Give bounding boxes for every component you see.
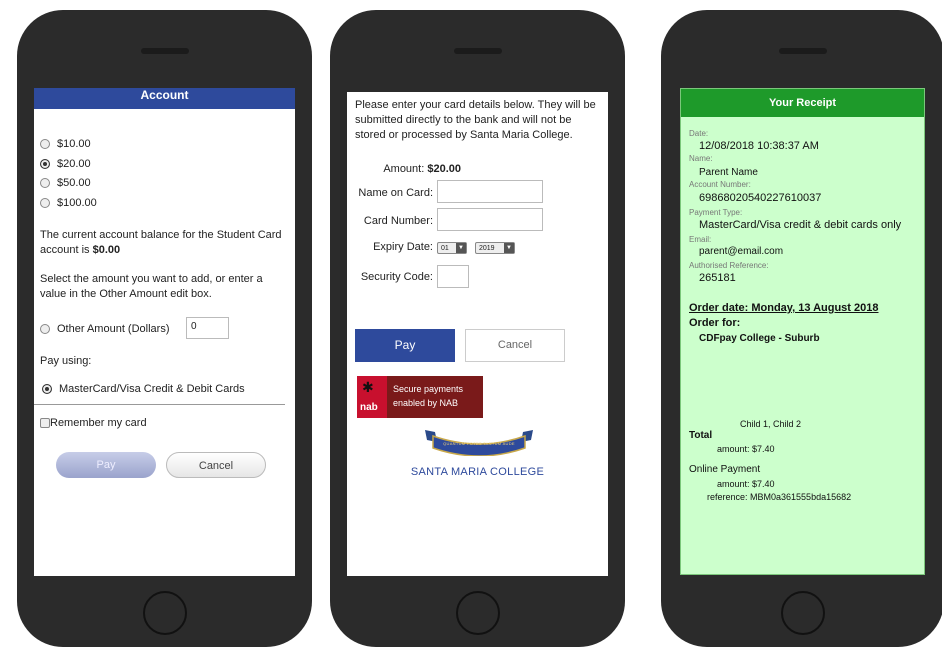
other-amount-label: Other Amount (Dollars): [57, 323, 170, 335]
payment-type-label: Payment Type:: [689, 208, 743, 217]
payment-type-value: MasterCard/Visa credit & debit cards onl…: [699, 219, 902, 231]
radio-icon[interactable]: [40, 178, 50, 189]
radio-selected-icon[interactable]: [42, 384, 52, 395]
card-number-input[interactable]: [437, 208, 543, 231]
email-label: Email:: [689, 235, 712, 244]
nab-line1: Secure payments: [393, 384, 464, 394]
amount-option-10[interactable]: $10.00: [40, 138, 91, 150]
payment-method-option[interactable]: MasterCard/Visa Credit & Debit Cards: [42, 383, 245, 395]
nab-star-icon: ✱: [362, 379, 374, 395]
name-on-card-input[interactable]: [437, 180, 543, 203]
remember-card-checkbox[interactable]: Remember my card: [40, 417, 147, 429]
authorised-reference-label: Authorised Reference:: [689, 261, 769, 270]
balance-label: The current account balance for the Stud…: [40, 229, 282, 256]
amount-option-100[interactable]: $100.00: [40, 197, 97, 209]
name-label: Name:: [689, 154, 713, 163]
other-amount-option[interactable]: Other Amount (Dollars): [40, 323, 169, 335]
children-names: Child 1, Child 2: [740, 419, 802, 429]
other-amount-input[interactable]: 0: [186, 317, 229, 339]
expiry-month-select[interactable]: 01 ▼: [437, 242, 467, 254]
pay-button[interactable]: Pay: [355, 329, 455, 362]
nab-secure-payments-badge: ✱ nab Secure payments enabled by NAB: [357, 376, 483, 418]
authorised-reference-value: 265181: [699, 272, 736, 284]
checkbox-icon[interactable]: [40, 418, 50, 429]
date-label: Date:: [689, 129, 709, 138]
phone-frame-receipt: Your Receipt Date: 12/08/2018 10:38:37 A…: [661, 10, 942, 647]
divider: [34, 404, 285, 405]
payment-method-label: MasterCard/Visa Credit & Debit Cards: [59, 383, 245, 395]
card-intro-text: Please enter your card details below. Th…: [355, 99, 596, 141]
pay-button[interactable]: Pay: [56, 452, 156, 478]
balance-text: The current account balance for the Stud…: [40, 228, 285, 258]
order-for-value: CDFpay College - Suburb: [699, 333, 820, 344]
name-on-card-label: Name on Card:: [358, 187, 433, 199]
email-value: parent@email.com: [699, 246, 784, 257]
cancel-button[interactable]: Cancel: [465, 329, 565, 362]
account-header: Account: [34, 88, 295, 109]
chevron-down-icon: ▼: [456, 243, 466, 253]
speaker-grille: [140, 48, 189, 54]
expiry-year-select[interactable]: 2019 ▼: [475, 242, 515, 254]
instructions-text: Select the amount you want to add, or en…: [40, 273, 263, 300]
total-amount: amount: $7.40: [717, 444, 775, 454]
remember-label: Remember my card: [50, 417, 147, 429]
account-screen: Account $10.00 $20.00 $50.00 $100.00 The…: [34, 88, 295, 576]
chevron-down-icon: ▼: [504, 243, 514, 253]
radio-icon[interactable]: [40, 198, 50, 209]
nab-line2: enabled by NAB: [393, 398, 459, 408]
account-number-label: Account Number:: [689, 180, 751, 189]
amount-label: $20.00: [57, 158, 91, 170]
date-value: 12/08/2018 10:38:37 AM: [699, 140, 819, 152]
expiry-year-value: 2019: [479, 245, 495, 252]
college-motto: QUANTUM POTES TANTUM AUDE: [443, 441, 515, 446]
total-label: Total: [689, 430, 713, 441]
security-code-input[interactable]: [437, 265, 469, 288]
pay-using-label: Pay using:: [40, 355, 92, 367]
order-for-label: Order for:: [689, 317, 741, 329]
cancel-button[interactable]: Cancel: [166, 452, 266, 478]
amount-value: $20.00: [427, 163, 461, 175]
amount-label: $50.00: [57, 177, 91, 189]
receipt-screen: Your Receipt Date: 12/08/2018 10:38:37 A…: [680, 88, 925, 575]
online-payment-amount: amount: $7.40: [717, 479, 775, 489]
nab-logo: ✱ nab: [357, 376, 387, 418]
card-details-screen: Please enter your card details below. Th…: [347, 92, 608, 576]
online-payment-reference: reference: MBM0a361555bda15682: [707, 492, 852, 502]
college-crest-banner: QUANTUM POTES TANTUM AUDE: [425, 428, 533, 457]
amount-label: $100.00: [57, 197, 97, 209]
home-button[interactable]: [142, 591, 187, 635]
college-name: SANTA MARIA COLLEGE: [410, 466, 545, 478]
home-button[interactable]: [455, 591, 500, 635]
order-date: Order date: Monday, 13 August 2018: [689, 302, 879, 314]
radio-icon[interactable]: [40, 139, 50, 150]
balance-value: $0.00: [92, 244, 121, 256]
home-button[interactable]: [780, 591, 825, 635]
expiry-month-value: 01: [441, 245, 449, 252]
amount-option-20[interactable]: $20.00: [40, 158, 91, 170]
security-code-label: Security Code:: [360, 271, 433, 283]
speaker-grille: [453, 48, 502, 54]
online-payment-label: Online Payment: [689, 464, 761, 475]
radio-selected-icon[interactable]: [40, 159, 50, 170]
amount-label: Amount:: [383, 163, 425, 175]
amount-option-50[interactable]: $50.00: [40, 177, 91, 189]
amount-label: $10.00: [57, 138, 91, 150]
expiry-date-label: Expiry Date:: [373, 241, 433, 253]
amount-row: Amount: $20.00: [357, 163, 461, 175]
account-number-value: 69868020540227610037: [699, 192, 822, 204]
name-value: Parent Name: [699, 167, 758, 178]
radio-icon[interactable]: [40, 324, 50, 335]
nab-logo-text: nab: [360, 402, 378, 413]
receipt-header: Your Receipt: [681, 89, 924, 117]
phone-frame-account: Account $10.00 $20.00 $50.00 $100.00 The…: [17, 10, 312, 647]
speaker-grille: [778, 48, 827, 54]
phone-frame-card-details: Please enter your card details below. Th…: [330, 10, 625, 647]
card-number-label: Card Number:: [363, 215, 433, 227]
